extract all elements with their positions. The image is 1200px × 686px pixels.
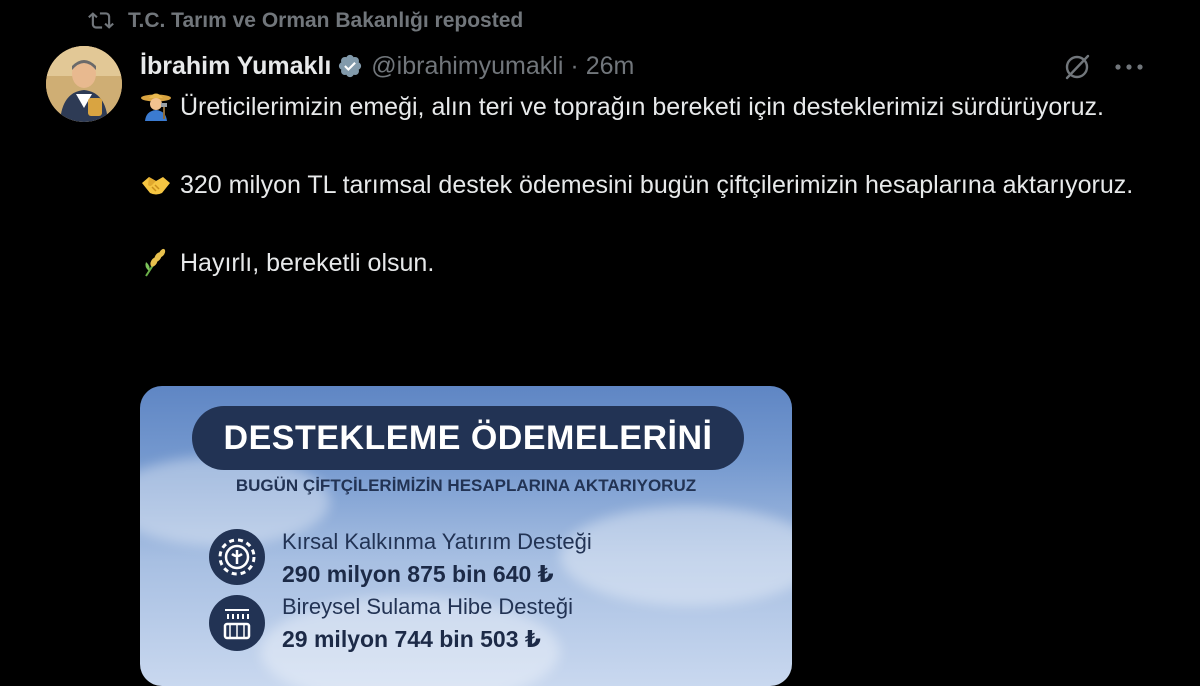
post-time[interactable]: 26m [586,52,635,81]
media-subtitle: BUGÜN ÇİFTÇİLERİMİZİN HESAPLARINA AKTARI… [235,476,697,495]
handshake-emoji-icon [142,177,170,195]
tweet-paragraph-3: Hayırlı, bereketli olsun. [140,244,1150,282]
media-banner-title: DESTEKLEME ÖDEMELERİNİ [223,418,713,457]
item-2-label: Bireysel Sulama Hibe Desteği [282,594,574,619]
media-banner: DESTEKLEME ÖDEMELERİNİ [192,406,744,470]
author-handle[interactable]: @ibrahimyumakli [371,52,563,81]
item-1-label: Kırsal Kalkınma Yatırım Desteği [282,529,592,554]
gear-tractor-icon [209,529,265,585]
avatar[interactable] [46,46,122,122]
tweet-paragraph-2: 320 milyon TL tarımsal destek ödemesini … [140,166,1150,204]
tweet-text: Üreticilerimizin emeği, alın teri ve top… [140,88,1150,282]
farmer-emoji-icon [141,93,171,121]
tweet-header: İbrahim Yumaklı @ibrahimyumakli · 26m [140,48,634,84]
verified-badge-icon[interactable] [337,53,363,79]
repost-icon [88,12,114,29]
item-1-amount: 290 milyon 875 bin 640 ₺ [282,561,554,587]
repost-label: T.C. Tarım ve Orman Bakanlığı reposted [128,9,524,32]
rice-plant-emoji-icon [145,248,166,277]
item-2-amount: 29 milyon 744 bin 503 ₺ [282,626,541,652]
tweet-paragraph-1-text: Üreticilerimizin emeği, alın teri ve top… [180,93,1104,121]
tweet-paragraph-1: Üreticilerimizin emeği, alın teri ve top… [140,88,1150,126]
repost-indicator[interactable]: T.C. Tarım ve Orman Bakanlığı reposted [88,6,523,36]
tweet-paragraph-2-text: 320 milyon TL tarımsal destek ödemesini … [180,171,1134,199]
irrigation-icon [209,595,265,651]
media-image[interactable]: DESTEKLEME ÖDEMELERİNİ BUGÜN ÇİFTÇİLERİM… [140,386,792,686]
tweet-paragraph-3-text: Hayırlı, bereketli olsun. [180,249,435,277]
author-name[interactable]: İbrahim Yumaklı [140,52,331,81]
separator-dot: · [570,51,579,80]
avatar-image [46,46,122,122]
grok-icon[interactable] [1062,52,1092,82]
more-options-icon[interactable] [1113,60,1145,74]
